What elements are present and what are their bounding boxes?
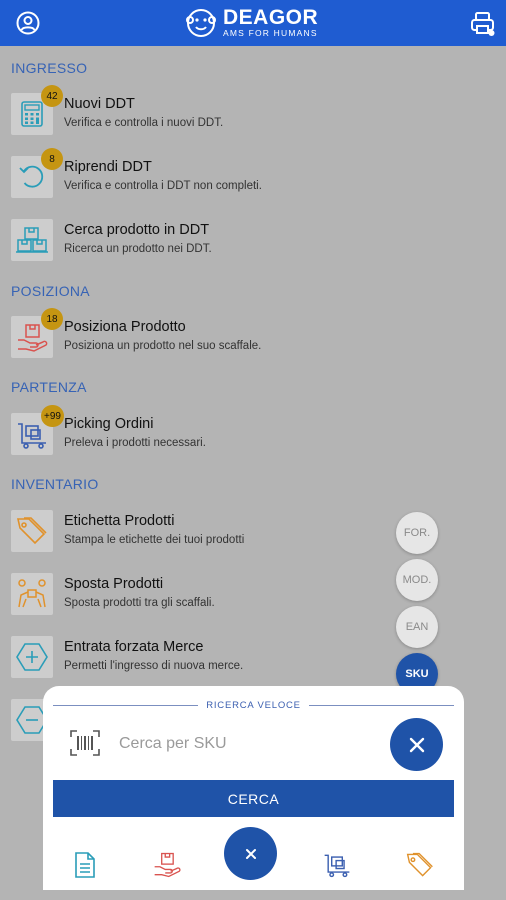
menu-item-nuovi-ddt[interactable]: 42 Nuovi DDT Verifica e controlla i nuov… [11, 85, 491, 139]
section-posiziona: POSIZIONA [11, 283, 90, 299]
item-description: Stampa le etichette dei tuoi prodotti [64, 534, 245, 546]
tag-icon[interactable] [405, 850, 435, 880]
menu-item-picking-ordini[interactable]: +99 Picking Ordini Preleva i prodotti ne… [11, 405, 491, 459]
item-description: Ricerca un prodotto nei DDT. [64, 243, 212, 255]
section-inventario: INVENTARIO [11, 476, 99, 492]
count-badge: 8 [41, 148, 63, 170]
section-ingresso: INGRESSO [11, 60, 88, 76]
brand-logo: DEAGOR AMS FOR HUMANS [185, 6, 318, 40]
menu-item-posiziona-prodotto[interactable]: 18 Posiziona Prodotto Posiziona un prodo… [11, 308, 491, 362]
user-circle-icon[interactable] [16, 11, 40, 35]
document-icon[interactable] [70, 850, 100, 880]
printer-icon[interactable] [470, 11, 496, 37]
item-title: Nuovi DDT [64, 96, 135, 112]
section-partenza: PARTENZA [11, 379, 87, 395]
hand-box-icon[interactable] [152, 850, 182, 880]
item-title: Picking Ordini [64, 416, 154, 432]
bottom-navigation [43, 826, 464, 890]
item-description: Permetti l'ingresso di nuova merce. [64, 660, 244, 672]
cerca-button[interactable]: CERCA [53, 780, 454, 817]
item-title: Riprendi DDT [64, 159, 152, 175]
close-menu-button[interactable] [224, 827, 277, 880]
item-title: Cerca prodotto in DDT [64, 222, 210, 238]
item-description: Posiziona un prodotto nel suo scaffale. [64, 340, 262, 352]
filter-for-button[interactable]: FOR. [396, 512, 438, 554]
brand-name: DEAGOR [223, 6, 319, 29]
quick-search-title: RICERCA VELOCE [206, 699, 301, 711]
sku-search-input[interactable] [119, 730, 409, 758]
gorilla-logo-icon [186, 9, 216, 37]
filter-ean-button[interactable]: EAN [396, 606, 438, 648]
item-description: Verifica e controlla i DDT non completi. [64, 180, 262, 192]
tag-icon [11, 510, 53, 552]
quick-search-panel: RICERCA VELOCE CERCA [43, 686, 464, 890]
item-title: Posiziona Prodotto [64, 319, 186, 335]
filter-mod-button[interactable]: MOD. [396, 559, 438, 601]
divider [53, 704, 199, 706]
item-description: Verifica e controlla i nuovi DDT. [64, 117, 224, 129]
menu-item-cerca-prodotto[interactable]: Cerca prodotto in DDT Ricerca un prodott… [11, 219, 491, 265]
brand-tagline: AMS FOR HUMANS [223, 28, 318, 38]
close-icon [245, 848, 256, 859]
count-badge: 18 [41, 308, 63, 330]
item-title: Etichetta Prodotti [64, 513, 175, 529]
item-title: Sposta Prodotti [64, 576, 164, 592]
clear-search-button[interactable] [390, 718, 443, 771]
item-title: Entrata forzata Merce [64, 639, 204, 655]
item-description: Sposta prodotti tra gli scaffali. [64, 597, 215, 609]
menu-item-riprendi-ddt[interactable]: 8 Riprendi DDT Verifica e controlla i DD… [11, 148, 491, 202]
count-badge: +99 [41, 405, 64, 427]
app-header: DEAGOR AMS FOR HUMANS [0, 0, 506, 46]
close-icon [409, 737, 424, 752]
people-carry-icon [11, 573, 53, 615]
count-badge: 42 [41, 85, 63, 107]
trolley-icon[interactable] [322, 850, 352, 880]
boxes-icon [11, 219, 53, 261]
divider [308, 704, 454, 706]
item-description: Preleva i prodotti necessari. [64, 437, 206, 449]
plus-hexagon-icon [11, 636, 53, 678]
barcode-scan-icon[interactable] [70, 730, 100, 756]
